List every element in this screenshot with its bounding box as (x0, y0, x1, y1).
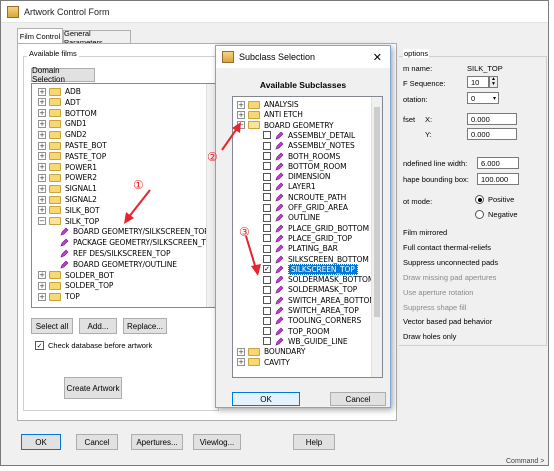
arrow-3-icon (245, 235, 261, 276)
arrow-1-icon (124, 189, 151, 224)
annotation-arrows (124, 122, 261, 276)
arrow-2-icon (221, 122, 241, 151)
